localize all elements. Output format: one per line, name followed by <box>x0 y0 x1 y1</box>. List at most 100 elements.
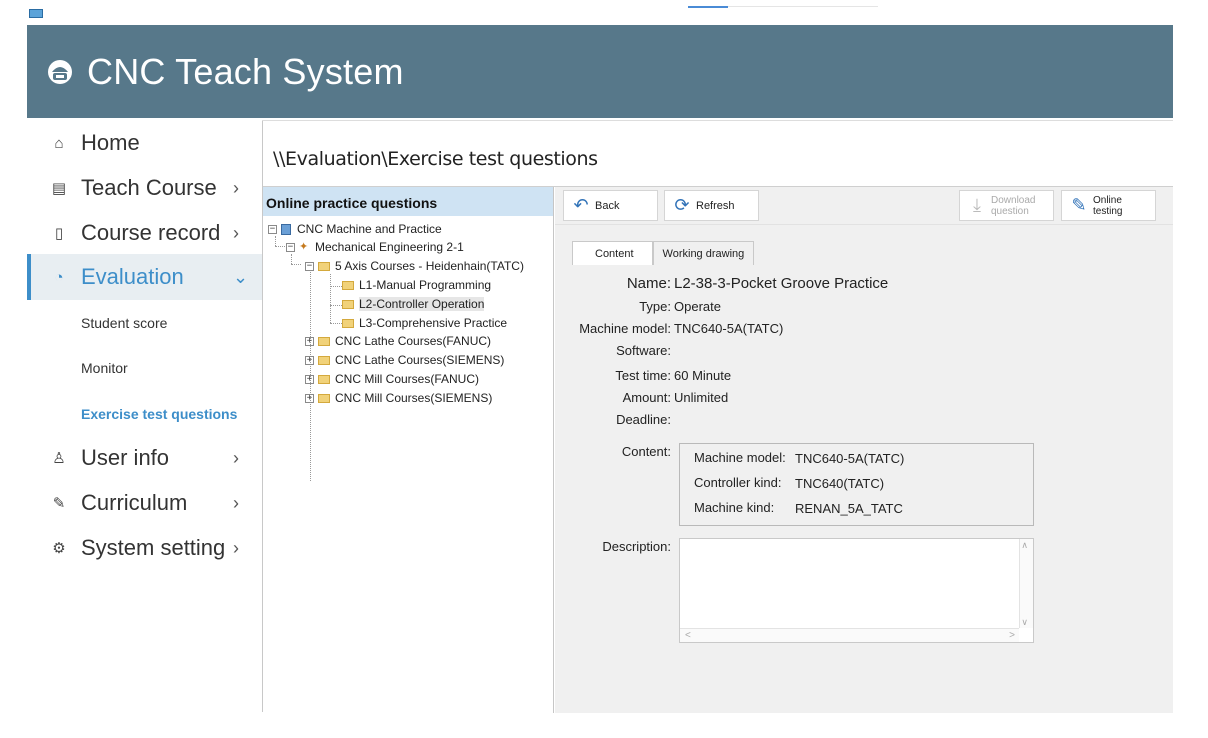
sidebar-item-system-setting[interactable]: ⚙ System setting › <box>27 533 262 563</box>
refresh-button[interactable]: ⟳ Refresh <box>664 190 759 221</box>
tree-node[interactable]: + CNC Mill Courses(SIEMENS) <box>305 390 492 406</box>
deadline-label: Deadline: <box>616 412 671 427</box>
tab-content[interactable]: Content <box>572 241 653 265</box>
folder-icon <box>342 280 354 290</box>
sidebar-item-evaluation[interactable]: ◔ Evaluation ⌄ <box>27 254 262 300</box>
machine-model-label: Machine model: <box>579 321 671 336</box>
tab-bar: Content Working drawing <box>572 241 755 265</box>
test-time-value: 60 Minute <box>674 368 732 383</box>
app-logo-icon <box>29 9 43 18</box>
scroll-right-icon[interactable]: > <box>1009 630 1015 641</box>
amount-value: Unlimited <box>674 390 729 405</box>
refresh-icon: ⟳ <box>674 195 690 215</box>
sidebar-item-home[interactable]: ⌂ Home <box>27 128 262 158</box>
home-icon: ⌂ <box>54 134 64 152</box>
folder-icon <box>342 299 354 309</box>
app-window: CNC Teach System ⌂ Home ▤ Teach Course ›… <box>0 0 1208 738</box>
name-value: L2-38-3-Pocket Groove Practice <box>674 275 889 292</box>
sidebar-item-label: Home <box>81 130 140 155</box>
detail-pane: ↶ Back ⟳ Refresh ⤓ Download question ✎ On… <box>555 187 1173 713</box>
tree-node[interactable]: − CNC Machine and Practice <box>268 221 442 237</box>
software-label: Software: <box>616 343 671 358</box>
content-value: TNC640(TATC) <box>795 476 885 491</box>
folder-icon <box>318 355 330 365</box>
tree-node-label: CNC Mill Courses(FANUC) <box>335 372 480 386</box>
sidebar-item-user-info[interactable]: ♙ User info › <box>27 443 262 473</box>
sidebar-item-label: Teach Course <box>81 175 217 200</box>
tree-header: Online practice questions <box>263 187 553 216</box>
name-label: Name: <box>626 275 671 292</box>
machine-model-value: TNC640-5A(TATC) <box>674 321 784 336</box>
back-button[interactable]: ↶ Back <box>563 190 658 221</box>
content-value: TNC640-5A(TATC) <box>795 451 905 466</box>
tree-node-label: CNC Lathe Courses(SIEMENS) <box>335 353 505 367</box>
content-box: Machine model: TNC640-5A(TATC) Controlle… <box>679 443 1034 526</box>
sidebar-subitem-exercise-test-questions[interactable]: Exercise test questions <box>81 406 237 422</box>
sidebar-item-label: System setting <box>81 535 226 560</box>
online-label-line2: testing <box>1093 205 1123 217</box>
collapse-icon[interactable]: − <box>286 242 295 252</box>
scroll-left-icon[interactable]: < <box>685 630 691 641</box>
sidebar-item-label: Curriculum <box>81 490 188 515</box>
app-title: CNC Teach System <box>87 50 404 92</box>
vertical-scrollbar[interactable] <box>1019 539 1033 628</box>
type-value: Operate <box>674 299 721 314</box>
tree-node[interactable]: + CNC Lathe Courses(SIEMENS) <box>305 352 504 368</box>
description-textarea[interactable]: ∧ ∨ < > <box>679 538 1034 643</box>
tree-node[interactable]: L3-Comprehensive Practice <box>342 315 507 331</box>
collapse-icon[interactable]: − <box>268 224 277 234</box>
download-question-button[interactable]: ⤓ Download question <box>959 190 1054 221</box>
content-top-divider <box>262 120 1173 121</box>
scroll-up-icon[interactable]: ∧ <box>1021 540 1028 551</box>
sidebar-item-label: User info <box>81 445 170 470</box>
tree-node[interactable]: − ✦ Mechanical Engineering 2-1 <box>286 239 464 255</box>
pie-chart-icon: ◔ <box>54 268 64 286</box>
tree-node[interactable]: + CNC Mill Courses(FANUC) <box>305 371 479 387</box>
scroll-down-icon[interactable]: ∨ <box>1021 617 1028 628</box>
back-arrow-icon: ↶ <box>573 195 589 215</box>
chevron-right-icon: › <box>233 447 239 468</box>
collapse-icon[interactable]: − <box>305 261 314 271</box>
amount-label: Amount: <box>622 390 671 405</box>
sidebar-item-course-record[interactable]: ▯ Course record › <box>27 218 262 248</box>
back-label: Back <box>595 199 620 212</box>
download-label-line2: question <box>991 205 1029 217</box>
expand-icon[interactable]: + <box>305 336 314 346</box>
tree-node-label: L2-Controller Operation <box>359 297 485 311</box>
online-testing-button[interactable]: ✎ Online testing <box>1061 190 1156 221</box>
chevron-right-icon: › <box>233 537 239 558</box>
expand-icon[interactable]: + <box>305 374 314 384</box>
tree-node[interactable]: L1-Manual Programming <box>342 277 491 293</box>
expand-icon[interactable]: + <box>305 355 314 365</box>
download-icon: ⤓ <box>973 195 981 215</box>
chevron-down-icon: ⌄ <box>233 266 249 287</box>
app-header: CNC Teach System <box>27 25 1173 118</box>
tree-node-label: 5 Axis Courses - Heidenhain(TATC) <box>335 259 524 273</box>
tree-pane: Online practice questions − CNC Machine … <box>263 187 554 713</box>
pencil-icon: ✎ <box>52 495 66 512</box>
tree-node[interactable]: + CNC Lathe Courses(FANUC) <box>305 333 491 349</box>
tree-node-label: CNC Lathe Courses(FANUC) <box>335 334 492 348</box>
pen-icon: ✎ <box>1071 195 1087 215</box>
download-label: Download question <box>991 195 1035 217</box>
online-testing-label: Online testing <box>1093 195 1122 217</box>
tree-node-label: Mechanical Engineering 2-1 <box>315 240 464 254</box>
online-label-line1: Online <box>1093 194 1122 206</box>
document-icon: ▯ <box>54 225 64 242</box>
download-label-line1: Download <box>991 194 1036 206</box>
tree-node[interactable]: − 5 Axis Courses - Heidenhain(TATC) <box>305 258 524 274</box>
user-icon: ♙ <box>52 450 66 467</box>
tab-working-drawing[interactable]: Working drawing <box>652 241 755 265</box>
chevron-right-icon: › <box>233 492 239 513</box>
sidebar-item-teach-course[interactable]: ▤ Teach Course › <box>27 173 262 203</box>
test-time-label: Test time: <box>615 368 671 383</box>
breadcrumb: \\Evaluation\Exercise test questions <box>273 148 598 170</box>
tree-node-selected[interactable]: L2-Controller Operation <box>342 296 485 312</box>
chevron-right-icon: › <box>233 222 239 243</box>
sidebar-item-curriculum[interactable]: ✎ Curriculum › <box>27 488 262 518</box>
horizontal-scrollbar[interactable] <box>680 628 1019 642</box>
tree-node-label: CNC Machine and Practice <box>297 222 442 236</box>
sidebar-subitem-student-score[interactable]: Student score <box>81 315 167 331</box>
expand-icon[interactable]: + <box>305 393 314 403</box>
sidebar-subitem-monitor[interactable]: Monitor <box>81 360 128 376</box>
